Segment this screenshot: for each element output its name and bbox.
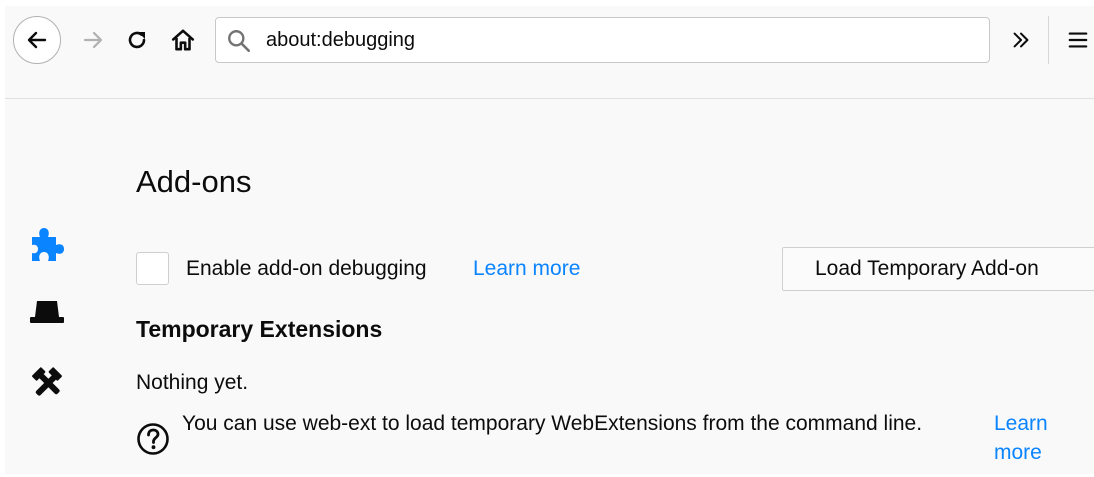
back-arrow-icon <box>27 31 47 49</box>
chevron-double-right-icon <box>1013 32 1029 48</box>
sidebar-item-addons[interactable] <box>25 222 69 266</box>
navigation-toolbar: about:debugging <box>5 6 1094 96</box>
forward-button[interactable] <box>73 20 113 60</box>
enable-debugging-label: Enable add-on debugging <box>186 257 427 280</box>
page-title: Add-ons <box>136 164 252 199</box>
enable-debugging-checkbox[interactable] <box>136 252 169 285</box>
temporary-extensions-heading: Temporary Extensions <box>136 316 383 342</box>
url-text[interactable]: about:debugging <box>266 18 415 62</box>
puzzle-piece-icon <box>32 228 64 261</box>
reload-icon <box>128 31 146 49</box>
toolbar-overflow-button[interactable] <box>1005 20 1037 60</box>
web-ext-tip-text: You can use web-ext to load temporary We… <box>182 412 923 435</box>
toolbar-divider <box>1048 16 1049 64</box>
reload-button[interactable] <box>117 20 157 60</box>
browser-window: about:debugging Add-ons Enable add-on de… <box>5 6 1094 474</box>
learn-more-link[interactable]: Learn more <box>473 257 580 281</box>
load-temporary-addon-button[interactable]: Load Temporary Add-on <box>782 247 1094 291</box>
help-question-icon <box>137 423 169 455</box>
home-button[interactable] <box>163 20 203 60</box>
forward-arrow-icon <box>83 31 103 49</box>
toolbar-separator <box>5 98 1094 99</box>
hamburger-menu-icon <box>1068 32 1088 48</box>
tip-learn-more-link[interactable]: Learn more <box>994 409 1064 467</box>
menu-button[interactable] <box>1063 20 1093 60</box>
worker-hat-icon <box>30 301 64 323</box>
tools-icon <box>32 367 62 396</box>
sidebar-item-other[interactable] <box>25 363 69 403</box>
home-icon <box>171 29 195 51</box>
search-icon <box>228 30 251 53</box>
back-button[interactable] <box>13 16 61 64</box>
sidebar-item-workers[interactable] <box>25 294 69 330</box>
empty-list-text: Nothing yet. <box>136 371 249 394</box>
url-bar[interactable]: about:debugging <box>215 17 990 63</box>
